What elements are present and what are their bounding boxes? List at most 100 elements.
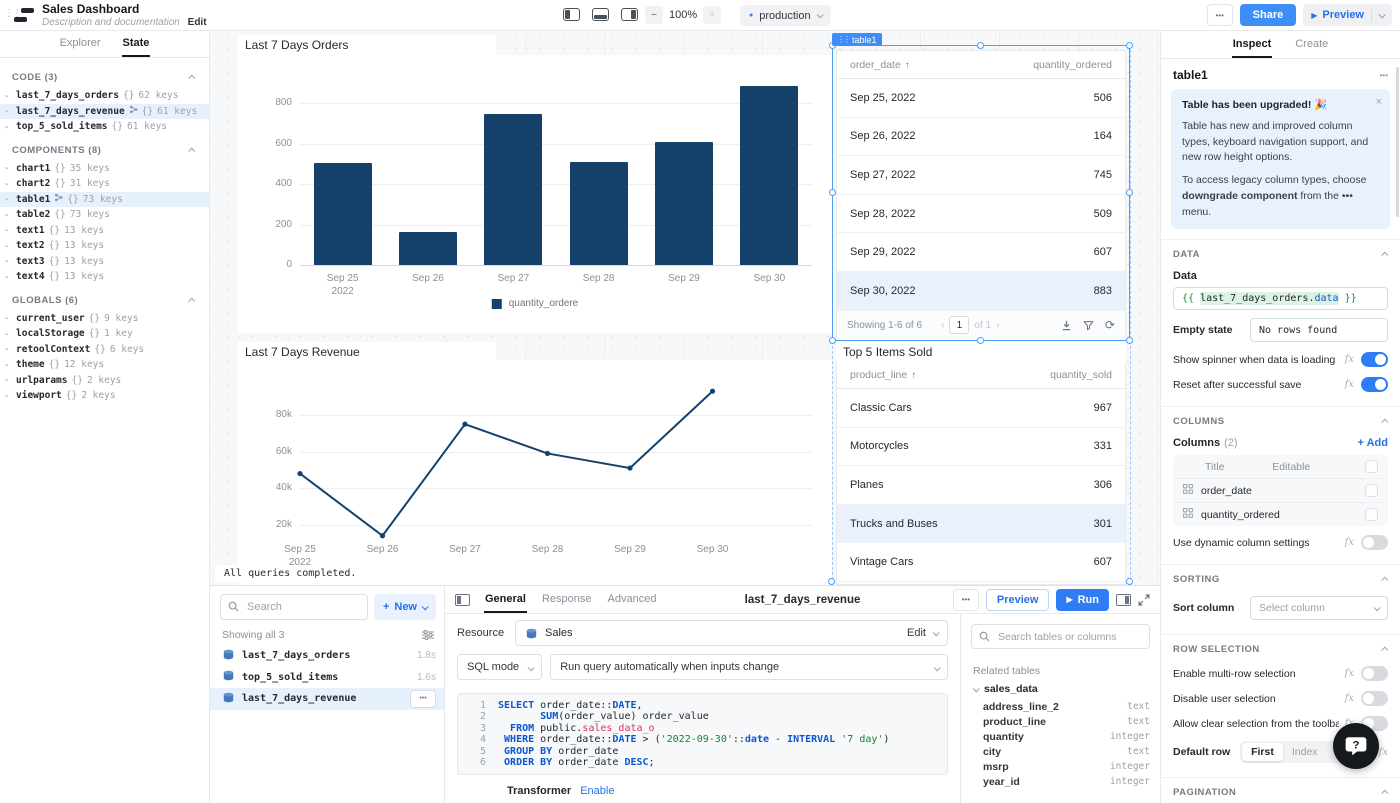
schema-field-msrp[interactable]: msrpinteger [971,759,1150,774]
transformer-enable-link[interactable]: Enable [580,785,614,797]
tree-item-text2[interactable]: ▸text2{}13 keys [0,238,209,254]
expand-caret-icon[interactable]: ▸ [5,242,12,250]
data-binding-input[interactable]: {{ last_7_days_orders.data }} [1173,287,1388,310]
share-button[interactable]: Share [1240,4,1297,26]
resize-handle[interactable] [828,578,835,585]
toggle-bottom-panel-icon[interactable] [592,8,609,21]
schema-field-year_id[interactable]: year_idinteger [971,774,1150,789]
bar-sep-25[interactable] [314,163,372,265]
tree-item-top_5_sold_items[interactable]: ▸top_5_sold_items{}61 keys [0,119,209,135]
query-search-input[interactable] [220,594,368,620]
bar-sep-29[interactable] [655,142,713,265]
expand-icon[interactable] [1138,594,1150,606]
table-row[interactable]: Sep 27, 2022745 [837,156,1125,195]
expand-caret-icon[interactable]: ▸ [5,361,12,369]
close-icon[interactable]: × [1376,94,1382,111]
resource-selector[interactable]: Sales Edit [515,620,948,646]
bar-sep-26[interactable] [399,232,457,265]
refresh-icon[interactable]: ⟳ [1105,318,1115,332]
tab-response[interactable]: Response [541,586,593,613]
bar-sep-30[interactable] [740,86,798,265]
table-row[interactable]: Sep 25, 2022506 [837,79,1125,118]
drag-grid-icon[interactable] [1183,508,1193,521]
download-icon[interactable] [1061,320,1072,331]
schema-field-product_line[interactable]: product_linetext [971,714,1150,729]
drag-grid-icon[interactable] [1183,484,1193,497]
expand-caret-icon[interactable]: ▸ [5,92,12,100]
query-more-button[interactable]: ••• [953,589,979,611]
next-page-icon[interactable]: › [996,320,999,331]
tree-section-code[interactable]: CODE (3) [0,62,209,88]
tab-advanced[interactable]: Advanced [607,586,658,613]
sql-editor[interactable]: 1SELECT order_date::DATE,2 SUM(order_val… [457,693,948,775]
segment-index[interactable]: Index [1283,743,1327,761]
section-data[interactable]: DATA [1161,239,1400,264]
expand-caret-icon[interactable]: ▸ [5,226,12,234]
resize-handle[interactable] [977,42,984,49]
tree-item-text3[interactable]: ▸text3{}13 keys [0,254,209,270]
schema-table-sales-data[interactable]: sales_data [973,683,1150,695]
expand-caret-icon[interactable]: ▸ [5,392,12,400]
expand-caret-icon[interactable]: ▸ [5,257,12,265]
schema-field-city[interactable]: citytext [971,744,1150,759]
toolbar-more-button[interactable]: ••• [1207,4,1233,26]
table-row[interactable]: Sep 28, 2022509 [837,195,1125,234]
schema-search-input[interactable] [971,624,1150,649]
query-item-more-button[interactable]: ••• [410,690,436,708]
help-button[interactable]: ? [1333,723,1379,769]
section-columns[interactable]: COLUMNS [1161,406,1400,431]
tree-item-localStorage[interactable]: ▸localStorage{}1 key [0,326,209,342]
table-row[interactable]: Trucks and Buses301 [837,505,1125,544]
tree-item-table2[interactable]: ▸table2{}73 keys [0,207,209,223]
dynamic-columns-toggle[interactable] [1361,535,1388,550]
multi-row-toggle[interactable] [1361,666,1388,681]
query-preview-button[interactable]: Preview [986,589,1050,611]
section-sorting[interactable]: SORTING [1161,564,1400,589]
section-row-selection[interactable]: ROW SELECTION [1161,634,1400,659]
query-mode-select[interactable]: SQL mode [457,654,542,680]
table-row[interactable]: Classic Cars967 [837,389,1125,428]
preview-button[interactable]: ▶ Preview [1303,4,1392,26]
table-row[interactable]: Sep 29, 2022607 [837,233,1125,272]
tree-item-viewport[interactable]: ▸viewport{}2 keys [0,388,209,404]
tree-section-globals[interactable]: GLOBALS (6) [0,285,209,311]
table-row[interactable]: Planes306 [837,466,1125,505]
tree-item-chart1[interactable]: ▸chart1{}35 keys [0,161,209,177]
chart1-bar-chart[interactable]: 0200400600800Sep 25Sep 26Sep 27Sep 28Sep… [238,55,832,333]
tree-item-last_7_days_revenue[interactable]: ▸last_7_days_revenue{}61 keys [0,104,209,120]
toggle-right-panel-icon[interactable] [621,8,638,21]
column-header-product_line[interactable]: product_line↑ [850,369,916,381]
editable-all-checkbox[interactable] [1365,460,1378,473]
expand-caret-icon[interactable]: ▸ [5,314,12,322]
tree-item-text1[interactable]: ▸text1{}13 keys [0,223,209,239]
empty-state-input[interactable] [1250,318,1388,342]
zoom-out-button[interactable]: − [645,6,663,24]
selected-component-tag[interactable]: ⋮⋮ table1 [832,33,882,46]
expand-caret-icon[interactable]: ▸ [5,273,12,281]
query-item-top_5_sold_items[interactable]: top_5_sold_items1.6s [210,667,444,689]
segment-first[interactable]: First [1242,743,1283,761]
tree-item-urlparams[interactable]: ▸urlparams{}2 keys [0,373,209,389]
table-row[interactable]: Sep 30, 2022883 [837,272,1125,311]
query-run-button[interactable]: ▶ Run [1056,589,1109,611]
table-row[interactable]: Sep 26, 2022164 [837,118,1125,157]
resource-edit-link[interactable]: Edit [907,627,926,639]
expand-caret-icon[interactable]: ▸ [5,211,12,219]
filter-sliders-icon[interactable] [422,630,434,640]
expand-caret-icon[interactable]: ▸ [5,330,12,338]
filter-funnel-icon[interactable] [1083,320,1094,331]
disable-selection-toggle[interactable] [1361,691,1388,706]
chevron-down-icon[interactable] [1379,11,1386,18]
query-item-last_7_days_orders[interactable]: last_7_days_orders1.8s [210,645,444,667]
sort-column-select[interactable]: Select column [1250,596,1388,620]
table2-component[interactable]: product_line↑quantity_soldClassic Cars96… [836,360,1126,585]
section-pagination[interactable]: PAGINATION [1161,777,1400,802]
scrollbar-thumb[interactable] [1396,67,1399,217]
prev-page-icon[interactable]: ‹ [941,320,944,331]
fx-icon[interactable]: fx [1345,668,1354,679]
tree-item-text4[interactable]: ▸text4{}13 keys [0,269,209,285]
fx-icon[interactable]: fx [1345,693,1354,704]
fx-icon[interactable]: fx [1345,354,1354,365]
tree-section-components[interactable]: COMPONENTS (8) [0,135,209,161]
expand-caret-icon[interactable]: ▸ [5,107,12,115]
